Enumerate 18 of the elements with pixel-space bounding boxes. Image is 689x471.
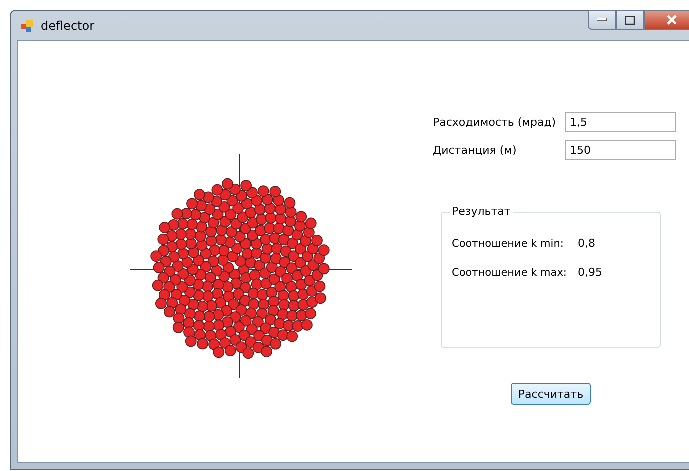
result-value: 0,95 bbox=[578, 266, 602, 279]
window-title: deflector bbox=[41, 18, 95, 32]
close-button[interactable] bbox=[644, 10, 689, 30]
result-label: Соотношение k min: bbox=[452, 238, 565, 250]
maximize-button[interactable] bbox=[616, 10, 644, 30]
input-field[interactable]: 150 bbox=[565, 140, 676, 160]
close-icon bbox=[666, 15, 678, 25]
maximize-icon bbox=[625, 16, 635, 24]
calculate-button[interactable]: Рассчитать bbox=[511, 383, 591, 405]
field-label: Расходимость (мрад) bbox=[433, 116, 558, 128]
input-field[interactable]: 1,5 bbox=[565, 112, 676, 132]
app-icon bbox=[21, 18, 35, 32]
result-label: Соотношение k max: bbox=[452, 266, 568, 278]
minimize-icon bbox=[597, 18, 607, 22]
result-value: 0,8 bbox=[578, 237, 596, 250]
minimize-button[interactable] bbox=[588, 10, 616, 30]
field-label: Дистанция (м) bbox=[433, 144, 518, 156]
group-title: Результат bbox=[450, 205, 513, 218]
